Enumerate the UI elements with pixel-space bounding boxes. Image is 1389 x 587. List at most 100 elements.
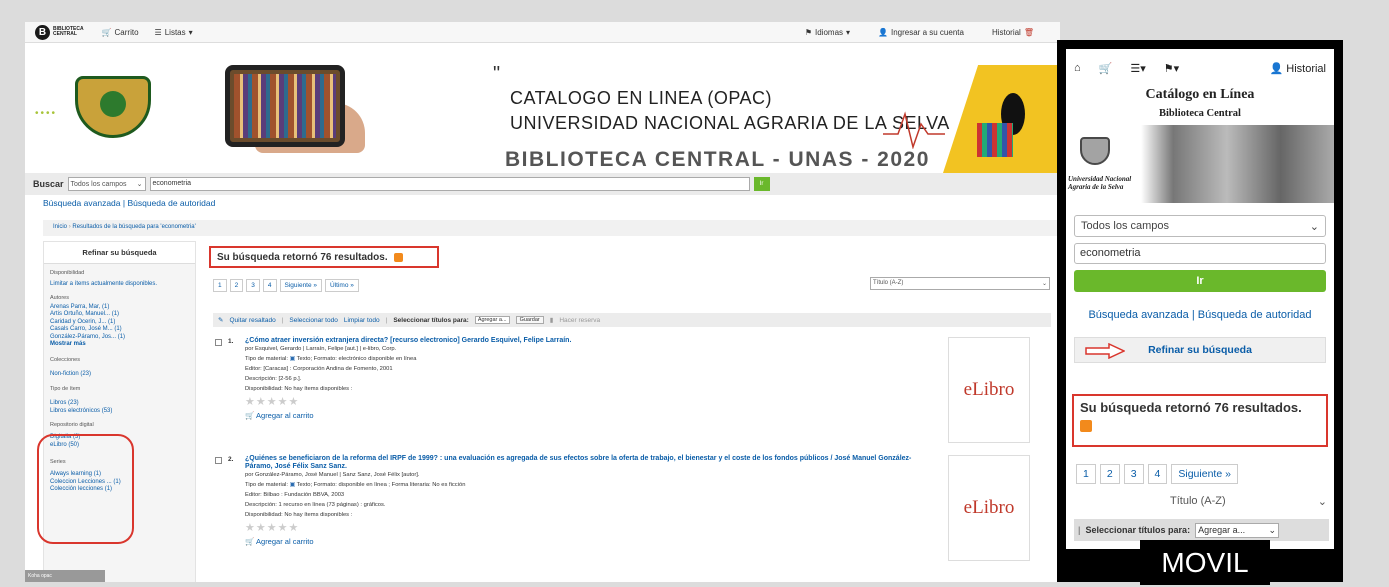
clear-all-link[interactable]: Limpiar todo (344, 317, 380, 324)
author-facet[interactable]: Artis Ortuño, Manuel... (1) (50, 311, 189, 319)
mobile-search-input[interactable]: econometria (1074, 243, 1326, 264)
place-hold-link[interactable]: Hacer reserva (559, 317, 600, 324)
author-facet[interactable]: González-Páramo, Jos... (1) (50, 334, 189, 342)
page-link[interactable]: 1 (1076, 464, 1096, 484)
history-link[interactable]: Historial 🗑 (992, 28, 1034, 37)
library-logo[interactable]: B BIBLIOTECA CENTRAL (35, 24, 84, 40)
home-icon[interactable]: ⌂ (1074, 62, 1081, 74)
lists-menu[interactable]: ☰ Listas ▾ (155, 28, 193, 37)
mobile-title: Catálogo en Línea (1145, 87, 1255, 102)
select-all-link[interactable]: Seleccionar todo (289, 317, 337, 324)
record-checkbox[interactable] (215, 457, 222, 464)
mobile-field-select[interactable]: Todos los campos ⌄ (1074, 215, 1326, 237)
page-link[interactable]: 3 (1123, 464, 1144, 484)
breadcrumb-home[interactable]: Inicio (53, 224, 67, 230)
mobile-results-box: Su búsqueda retornó 76 resultados. (1072, 394, 1328, 447)
mobile-toolbar: | Seleccionar títulos para: Agregar a...… (1074, 519, 1329, 541)
cart-icon[interactable]: 🛒 (1099, 62, 1113, 75)
record-publisher: Editor: [Caracas] : Corporación Andina d… (245, 366, 393, 372)
opac-banner: •••• " CATALOGO EN LINEA (OPAC) UNIVERSI… (25, 43, 1060, 173)
chevron-down-icon: ⌄ (1041, 281, 1047, 287)
author-facet[interactable]: Casals Carro, José M... (1) (50, 326, 189, 334)
record-availability: Disponibilidad: No hay ítems disponibles… (245, 512, 353, 518)
toolbar-sep: | (1078, 525, 1081, 535)
record-authors: por González-Páramo, José Manuel | Sanz … (245, 472, 420, 478)
mobile-add-to-select[interactable]: Agregar a... ⌄ (1195, 522, 1280, 538)
rss-icon[interactable] (1080, 420, 1092, 432)
mobile-go-button[interactable]: Ir (1074, 270, 1326, 292)
add-to-cart-link[interactable]: Agregar al carrito (256, 537, 314, 546)
page-link[interactable]: 2 (1099, 464, 1120, 484)
mobile-navbar: ⌂ 🛒 ☰▾ ⚑▾ 👤 Historial (1066, 49, 1334, 87)
itemtype-facet[interactable]: Libros (23) (50, 400, 189, 408)
next-page-link[interactable]: Siguiente » (279, 279, 323, 292)
advanced-search-link[interactable]: Búsqueda avanzada (43, 198, 121, 208)
record-authors: por Esquivel, Gerardo | Larraín, Felipe … (245, 346, 397, 352)
page-link[interactable]: 4 (1147, 464, 1168, 484)
page-link[interactable]: 1 (213, 279, 227, 292)
logo-b-icon: B (35, 24, 50, 40)
cart-menu[interactable]: 🛒 Carrito (102, 28, 139, 37)
breadcrumb-results[interactable]: Resultados de la búsqueda para 'economet… (72, 224, 195, 230)
mobile-sort-select[interactable]: Título (A-Z) ⌄ (1166, 491, 1331, 512)
result-record: 1. ¿Cómo atraer inversión extranjera dir… (213, 337, 1051, 449)
last-page-link[interactable]: Último » (325, 279, 359, 292)
record-checkbox[interactable] (215, 339, 222, 346)
mobile-field-value: Todos los campos (1081, 220, 1170, 232)
languages-menu[interactable]: ⚑ Idiomas ▾ (805, 28, 850, 37)
sort-select[interactable]: Título (A-Z) ⌄ (870, 277, 1050, 290)
select-for-label: Seleccionar títulos para: (393, 316, 469, 324)
user-icon: 👤 (1269, 62, 1284, 75)
mobile-history-link[interactable]: 👤 Historial (1270, 62, 1327, 75)
rating-stars[interactable]: ★★★★★ (245, 521, 935, 534)
save-button[interactable]: Guardar (515, 316, 544, 324)
mobile-add-to-value: Agregar a... (1198, 524, 1246, 535)
add-to-select[interactable]: Agregar a... (474, 316, 510, 324)
itemtype-heading: Tipo de ítem (50, 386, 81, 392)
author-facet[interactable]: Arenas Parra, Mar, (1) (50, 304, 189, 312)
uni-line2: Agraria de la Selva (1068, 183, 1124, 191)
author-facet[interactable]: Caridad y Ocerin, J... (1) (50, 319, 189, 327)
show-more-link[interactable]: Mostrar más (50, 341, 189, 349)
cover-image[interactable]: eLibro (948, 455, 1030, 561)
add-to-cart-link[interactable]: Agregar al carrito (256, 411, 314, 420)
search-go-button[interactable]: Ir (753, 177, 770, 191)
rating-stars[interactable]: ★★★★★ (245, 395, 935, 408)
mobile-refine-button[interactable]: Refinar su búsqueda (1074, 337, 1326, 363)
page-link[interactable]: 2 (229, 279, 244, 292)
availability-link[interactable]: Limitar a ítems actualmente disponibles. (50, 281, 189, 289)
top-navbar: B BIBLIOTECA CENTRAL 🛒 Carrito ☰ Listas ▾ ⚑ I… (25, 22, 1060, 43)
breadcrumb: Inicio › Resultados de la búsqueda para … (43, 220, 1058, 236)
chevron-down-icon: ⌄ (136, 181, 143, 188)
mobile-history-label: Historial (1286, 62, 1326, 75)
chevron-down-icon: ⌄ (1317, 496, 1327, 508)
collection-facet[interactable]: Non-fiction (23) (50, 371, 189, 379)
cover-image[interactable]: eLibro (948, 337, 1030, 443)
mobile-advanced-links[interactable]: Búsqueda avanzada | Búsqueda de autorida… (1066, 309, 1334, 321)
mobile-subtitle: Biblioteca Central (1159, 108, 1241, 119)
flag-icon: ⚑ (804, 27, 812, 37)
page-link[interactable]: 3 (246, 279, 260, 292)
advanced-links: Búsqueda avanzada | Búsqueda de autorida… (43, 198, 216, 208)
pulse-line (883, 111, 945, 149)
page-link[interactable]: 4 (262, 279, 277, 292)
search-field-select[interactable]: Todos los campos ⌄ (67, 177, 146, 191)
availability-heading: Disponibilidad (50, 270, 85, 276)
itemtype-facet[interactable]: Libros electrónicos (53) (50, 408, 189, 416)
search-input[interactable]: econometria (149, 177, 750, 191)
banner-title-3: BIBLIOTECA CENTRAL - UNAS - 2020 (505, 148, 930, 171)
authors-heading: Autores (50, 294, 69, 301)
bookmark-icon: ▮ (549, 317, 554, 324)
authority-search-link[interactable]: Búsqueda de autoridad (127, 198, 215, 208)
flag-icon[interactable]: ⚑▾ (1164, 62, 1179, 75)
login-link[interactable]: 👤 Ingresar a su cuenta (878, 28, 964, 37)
unhighlight-link[interactable]: Quitar resaltado (229, 317, 275, 324)
material-type-label: Tipo de material: (245, 482, 288, 488)
list-icon[interactable]: ☰▾ (1130, 62, 1145, 75)
decor-dots: •••• (35, 108, 58, 119)
record-title-link[interactable]: ¿Quiénes se beneficiaron de la reforma d… (245, 455, 935, 471)
record-title-link[interactable]: ¿Cómo atraer inversión extranjera direct… (245, 337, 935, 345)
mobile-pagination: 1 2 3 4 Siguiente » (1076, 464, 1238, 484)
rss-icon[interactable] (393, 252, 403, 262)
next-page-link[interactable]: Siguiente » (1171, 464, 1238, 484)
